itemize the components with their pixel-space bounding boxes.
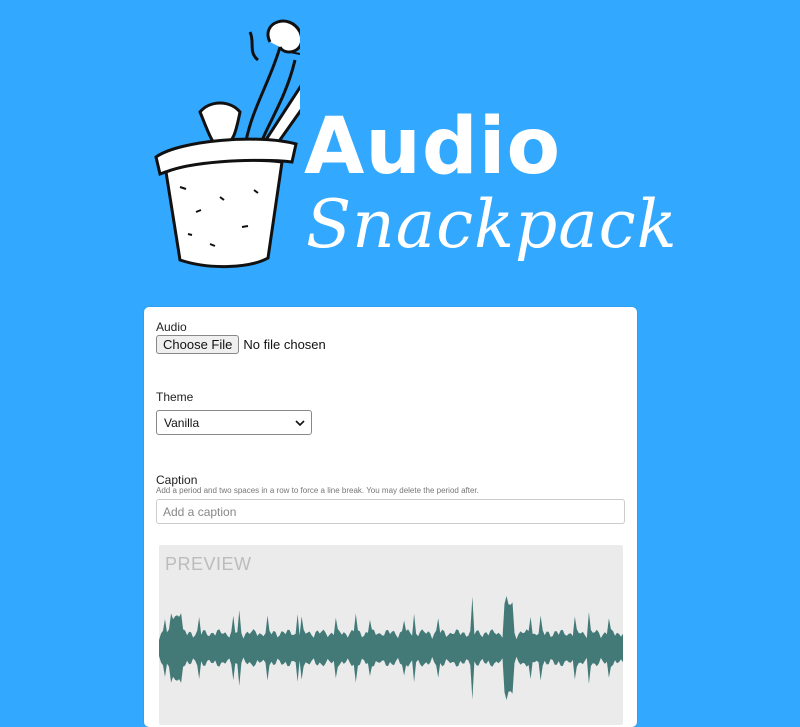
file-status-text: No file chosen <box>243 337 326 352</box>
chevron-down-icon <box>295 420 305 427</box>
waveform-graphic <box>159 596 623 700</box>
choose-file-button[interactable]: Choose File <box>156 335 240 354</box>
preview-label: PREVIEW <box>165 554 252 574</box>
yogurt-cup-icon <box>154 19 300 268</box>
caption-label: Caption <box>156 473 198 487</box>
logo-title-audio: Audio <box>304 102 562 192</box>
theme-label: Theme <box>156 390 194 404</box>
form-card: Audio Choose File No file chosen Theme V… <box>144 307 637 727</box>
app-logo: Audio Snackpack <box>150 12 677 284</box>
waveform-path <box>159 596 623 700</box>
theme-select-value: Vanilla <box>164 415 200 430</box>
caption-placeholder: Add a caption <box>163 504 237 519</box>
preview-panel: PREVIEW <box>159 545 623 725</box>
theme-select[interactable]: Vanilla <box>156 410 312 435</box>
logo-title-snackpack: Snackpack <box>306 186 678 263</box>
audio-label: Audio <box>156 320 187 334</box>
caption-input[interactable]: Add a caption <box>156 499 625 524</box>
caption-hint: Add a period and two spaces in a row to … <box>156 486 479 495</box>
audio-file-input[interactable]: Choose File No file chosen <box>156 335 326 354</box>
